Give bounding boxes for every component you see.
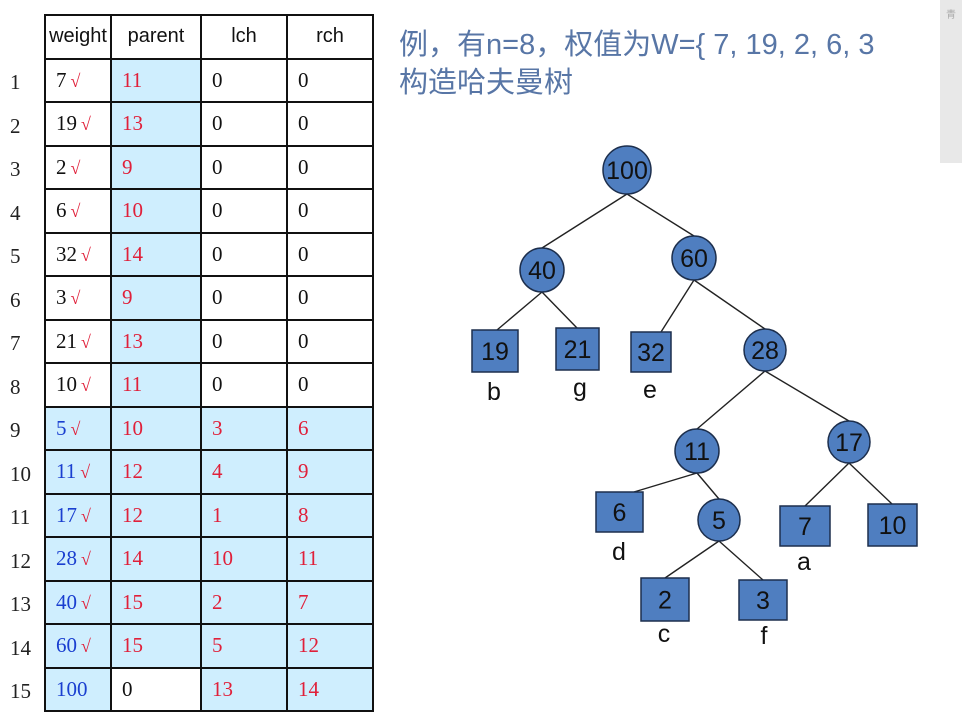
tree-edge [633,472,698,493]
tree-edge [541,193,628,249]
internal-node-value: 28 [751,337,779,365]
tree-edge [693,279,766,330]
leaf-char-label: g [573,374,587,402]
leaf-char-label: d [612,538,626,566]
leaf-char-label: e [643,376,657,404]
leaf-char-label: b [487,378,501,406]
leaf-node-value: 21 [564,336,592,364]
leaf-char-label: f [761,622,768,650]
tree-edge [696,370,766,430]
internal-node-value: 100 [606,157,648,185]
leaf-node-value: 10 [879,512,907,540]
internal-node-value: 5 [712,507,726,535]
tree-edge [664,540,720,579]
leaf-node-value: 7 [798,513,812,541]
tree-edge [764,370,850,422]
tree-edge [496,291,543,331]
tree-edge [541,291,578,329]
leaf-char-label: a [797,548,811,576]
leaf-node-value: 2 [658,587,672,615]
leaf-node-value: 19 [481,338,509,366]
internal-node-value: 40 [528,257,556,285]
internal-node-value: 60 [680,245,708,273]
internal-node-value: 17 [835,429,863,457]
tree-edge [696,472,720,500]
tree-edge [848,462,893,505]
tree-nodes: 100 40 60 28 11 17 5 19 b 21 g 32 e 6 d 7 a 10 2 c 3 f [471,145,918,650]
tree-edge [626,193,695,237]
tree-edge [660,279,695,333]
leaf-char-label: c [658,620,671,648]
tree-edge [718,540,764,581]
internal-node-value: 11 [684,438,710,466]
leaf-node-value: 3 [756,587,770,615]
tree-edge [804,462,850,507]
leaf-node-value: 6 [613,499,627,527]
leaf-node-value: 32 [637,339,665,367]
huffman-tree: 100 40 60 28 11 17 5 19 b 21 g 32 e 6 d 7 a 10 2 c 3 f [471,145,918,650]
